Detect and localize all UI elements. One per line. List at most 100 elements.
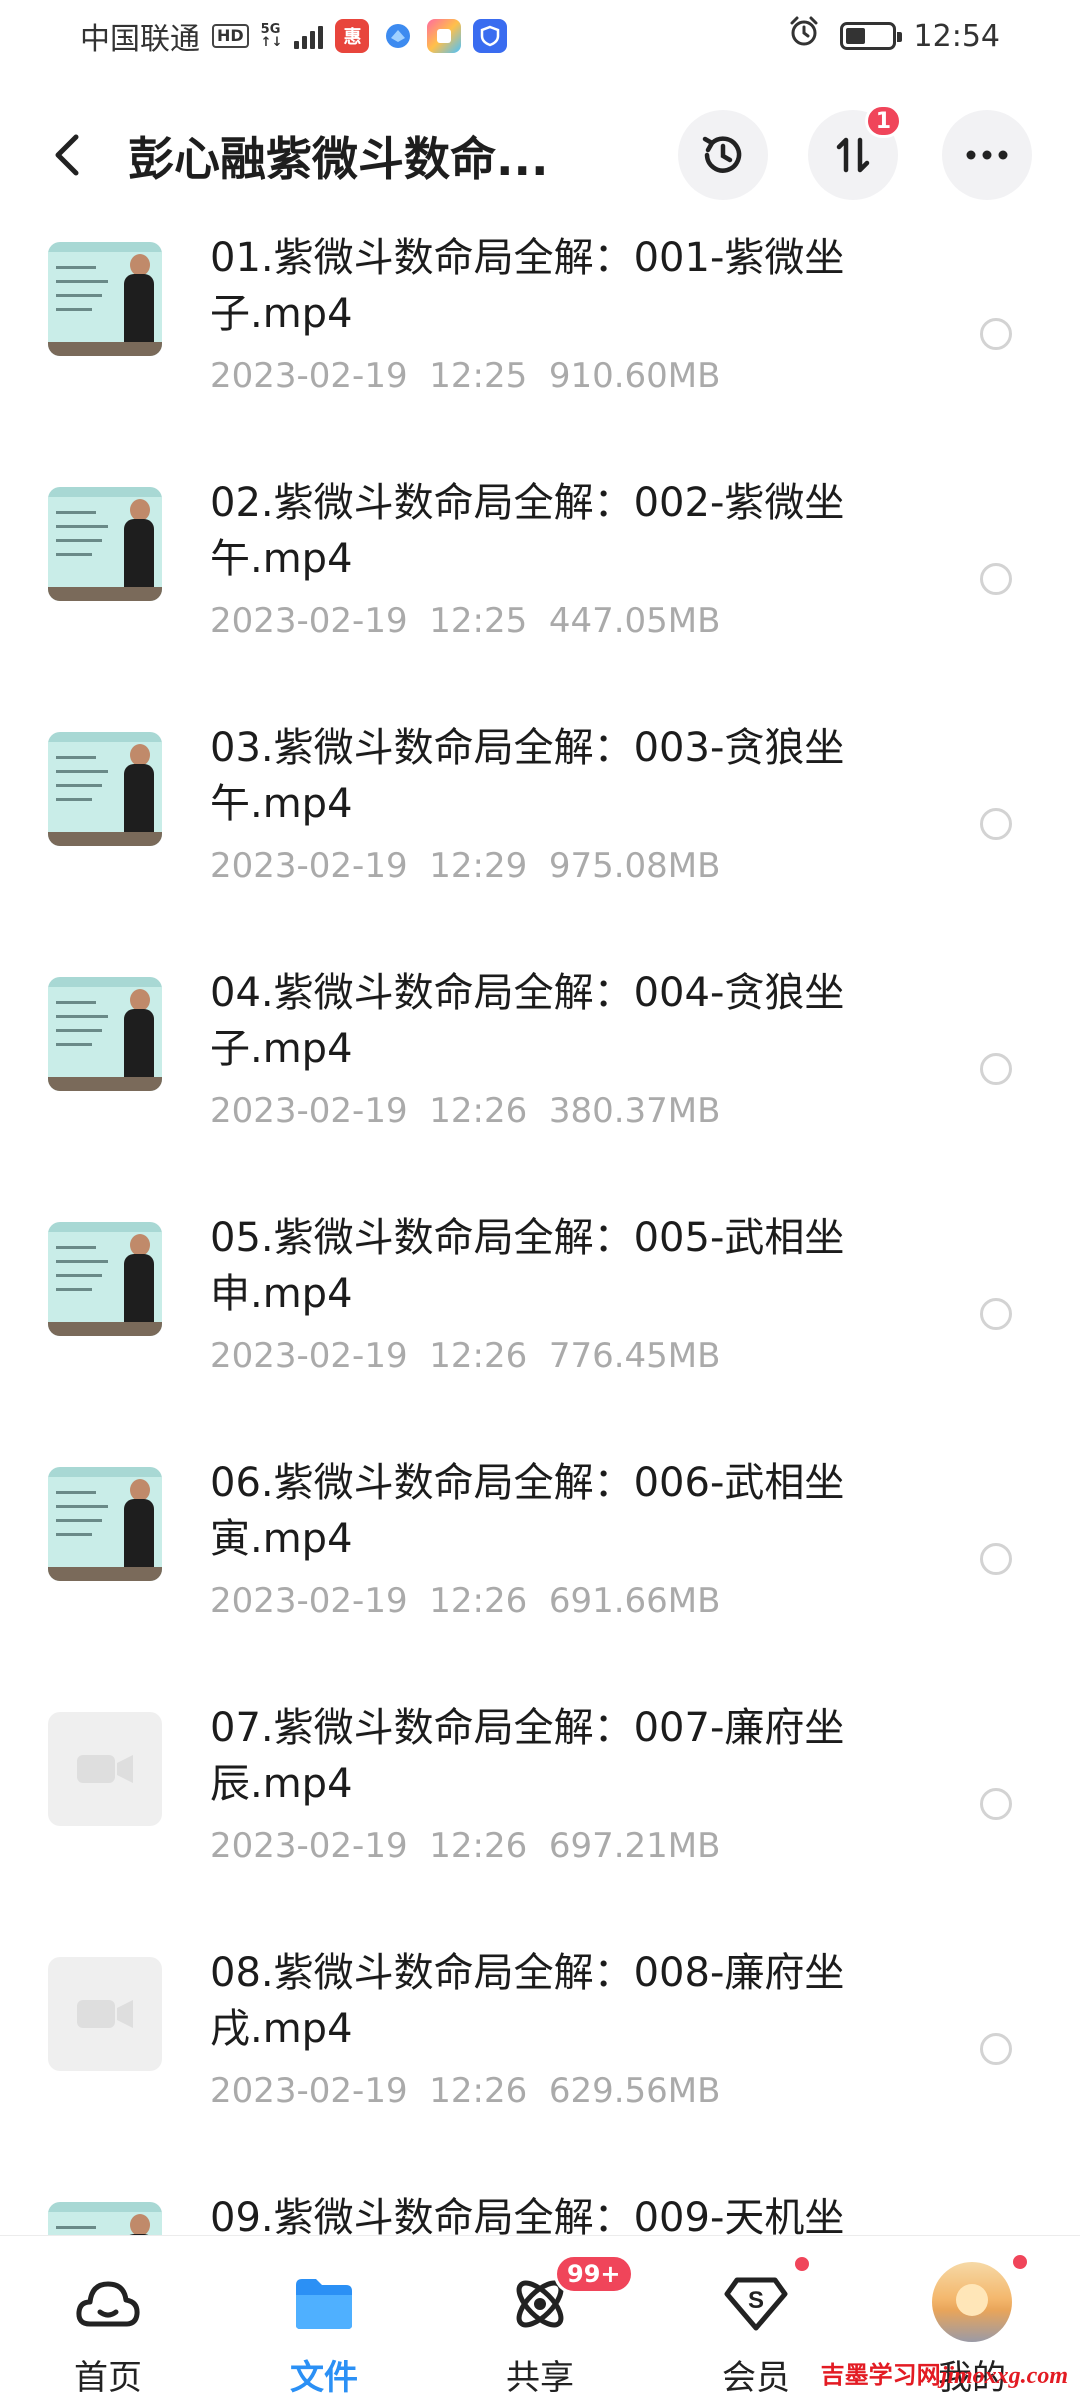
browser-app-icon bbox=[381, 19, 416, 53]
select-radio[interactable] bbox=[980, 1788, 1012, 1820]
presenter-figure bbox=[124, 989, 154, 1084]
clock: 12:54 bbox=[913, 18, 1000, 54]
file-name: 01.紫微斗数命局全解：001-紫微坐子.mp4 bbox=[210, 235, 845, 337]
select-radio[interactable] bbox=[980, 2033, 1012, 2065]
file-list[interactable]: 01.紫微斗数命局全解：001-紫微坐子.mp4 2023-02-19 12:25… bbox=[0, 205, 1080, 2235]
file-name: 08.紫微斗数命局全解：008-廉府坐戌.mp4 bbox=[210, 1950, 845, 2052]
app-notification-icon: 惠 bbox=[335, 19, 370, 53]
signal-icon bbox=[294, 23, 324, 49]
profile-red-dot bbox=[1010, 2252, 1030, 2272]
file-row[interactable]: 04.紫微斗数命局全解：004-贪狼坐子.mp4 2023-02-19 12:26… bbox=[0, 965, 1080, 1210]
status-right: 12:54 bbox=[786, 14, 1000, 58]
file-row[interactable]: 09.紫微斗数命局全解：009-天机坐 bbox=[0, 2190, 1080, 2235]
transfer-icon bbox=[836, 137, 870, 173]
nav-share[interactable]: 99+ 共享 bbox=[460, 2236, 634, 2400]
file-size: 910.60MB bbox=[548, 356, 721, 396]
video-placeholder-thumbnail bbox=[48, 1957, 162, 2071]
file-size: 629.56MB bbox=[548, 2071, 721, 2111]
watermark-cn: 吉墨学习网 bbox=[820, 2361, 941, 2389]
file-date: 2023-02-19 bbox=[210, 1336, 430, 1376]
battery-icon bbox=[839, 22, 902, 50]
avatar-sun bbox=[956, 2284, 988, 2316]
alarm-icon bbox=[786, 14, 822, 58]
transfer-button[interactable]: 1 bbox=[808, 104, 902, 200]
nav-files[interactable]: 文件 bbox=[244, 2236, 404, 2400]
more-button[interactable] bbox=[942, 110, 1032, 200]
data-arrows: ↑↓ bbox=[260, 35, 283, 50]
select-radio[interactable] bbox=[980, 1543, 1012, 1575]
file-row[interactable]: 07.紫微斗数命局全解：007-廉府坐辰.mp4 2023-02-19 12:26… bbox=[0, 1700, 1080, 1945]
file-row[interactable]: 03.紫微斗数命局全解：003-贪狼坐午.mp4 2023-02-19 12:29… bbox=[0, 720, 1080, 965]
file-date: 2023-02-19 bbox=[210, 2071, 430, 2111]
back-button[interactable] bbox=[40, 127, 96, 183]
network-type: 5G ↑↓ bbox=[261, 23, 283, 49]
file-date: 2023-02-19 bbox=[210, 1581, 430, 1621]
select-radio[interactable] bbox=[980, 1053, 1012, 1085]
video-placeholder-thumbnail bbox=[48, 1712, 162, 1826]
carrier-name: 中国联通 bbox=[80, 22, 200, 57]
file-row[interactable]: 08.紫微斗数命局全解：008-廉府坐戌.mp4 2023-02-19 12:26… bbox=[0, 1945, 1080, 2190]
presenter-figure bbox=[124, 744, 154, 839]
nav-share-label: 共享 bbox=[506, 2358, 574, 2398]
nav-files-label: 文件 bbox=[290, 2358, 358, 2398]
file-name: 03.紫微斗数命局全解：003-贪狼坐午.mp4 bbox=[210, 725, 845, 827]
vip-red-dot bbox=[792, 2254, 812, 2274]
gallery-app-icon bbox=[427, 19, 462, 53]
select-radio[interactable] bbox=[980, 318, 1012, 350]
file-time: 12:26 bbox=[429, 1826, 549, 1866]
file-row[interactable]: 05.紫微斗数命局全解：005-武相坐申.mp4 2023-02-19 12:26… bbox=[0, 1210, 1080, 1455]
transfer-badge: 1 bbox=[864, 104, 902, 138]
file-meta: 2023-02-19 12:26 629.56MB bbox=[210, 2071, 720, 2111]
video-thumbnail bbox=[48, 487, 162, 601]
header: 彭心融紫微斗数命... 1 bbox=[0, 104, 1080, 205]
video-thumbnail bbox=[48, 1467, 162, 1581]
shield-app-icon bbox=[473, 19, 508, 53]
file-time: 12:26 bbox=[429, 1581, 549, 1621]
select-radio[interactable] bbox=[980, 808, 1012, 840]
svg-text:S: S bbox=[748, 2287, 764, 2314]
video-thumbnail bbox=[48, 2202, 162, 2235]
select-radio[interactable] bbox=[980, 1298, 1012, 1330]
file-name: 04.紫微斗数命局全解：004-贪狼坐子.mp4 bbox=[210, 970, 845, 1072]
page-title: 彭心融紫微斗数命... bbox=[128, 132, 549, 186]
nav-home[interactable]: 首页 bbox=[28, 2236, 188, 2400]
file-meta: 2023-02-19 12:25 447.05MB bbox=[210, 601, 720, 641]
file-size: 975.08MB bbox=[548, 846, 721, 886]
file-row[interactable]: 01.紫微斗数命局全解：001-紫微坐子.mp4 2023-02-19 12:25… bbox=[0, 230, 1080, 475]
video-thumbnail bbox=[48, 977, 162, 1091]
presenter-figure bbox=[124, 499, 154, 594]
video-camera-icon bbox=[77, 2000, 133, 2028]
file-time: 12:29 bbox=[429, 846, 549, 886]
file-time: 12:26 bbox=[429, 1336, 549, 1376]
folder-icon bbox=[288, 2268, 360, 2340]
history-icon bbox=[702, 136, 742, 173]
file-size: 776.45MB bbox=[548, 1336, 721, 1376]
file-size: 697.21MB bbox=[548, 1826, 721, 1866]
battery-level bbox=[845, 28, 866, 44]
file-meta: 2023-02-19 12:26 380.37MB bbox=[210, 1091, 720, 1131]
thumbnail-floor bbox=[48, 587, 162, 601]
status-bar: 中国联通 HD 5G ↑↓ 惠 12:54 bbox=[0, 0, 1080, 72]
nav-vip[interactable]: S 会员 bbox=[676, 2236, 836, 2400]
file-time: 12:26 bbox=[429, 2071, 549, 2111]
file-row[interactable]: 06.紫微斗数命局全解：006-武相坐寅.mp4 2023-02-19 12:26… bbox=[0, 1455, 1080, 1700]
select-radio[interactable] bbox=[980, 563, 1012, 595]
status-left: 中国联通 HD 5G ↑↓ 惠 bbox=[80, 14, 508, 58]
bottom-nav: 首页 文件 99+ 共享 S 会员 我的 吉墨学习网jimoxxg.com bbox=[0, 2235, 1080, 2400]
file-name: 07.紫微斗数命局全解：007-廉府坐辰.mp4 bbox=[210, 1705, 845, 1807]
share-count-badge: 99+ bbox=[554, 2254, 634, 2294]
cloud-home-icon bbox=[72, 2268, 144, 2340]
thumbnail-floor bbox=[48, 342, 162, 356]
video-thumbnail bbox=[48, 242, 162, 356]
watermark: 吉墨学习网jimoxxg.com bbox=[821, 2355, 1068, 2390]
file-name: 05.紫微斗数命局全解：005-武相坐申.mp4 bbox=[210, 1215, 845, 1317]
file-name: 02.紫微斗数命局全解：002-紫微坐午.mp4 bbox=[210, 480, 845, 582]
file-row[interactable]: 02.紫微斗数命局全解：002-紫微坐午.mp4 2023-02-19 12:25… bbox=[0, 475, 1080, 720]
presenter-figure bbox=[124, 1479, 154, 1574]
file-date: 2023-02-19 bbox=[210, 1826, 430, 1866]
history-button[interactable] bbox=[678, 110, 768, 200]
hd-badge: HD bbox=[212, 24, 249, 48]
thumbnail-floor bbox=[48, 1322, 162, 1336]
avatar bbox=[932, 2262, 1012, 2342]
nav-home-label: 首页 bbox=[74, 2358, 142, 2398]
